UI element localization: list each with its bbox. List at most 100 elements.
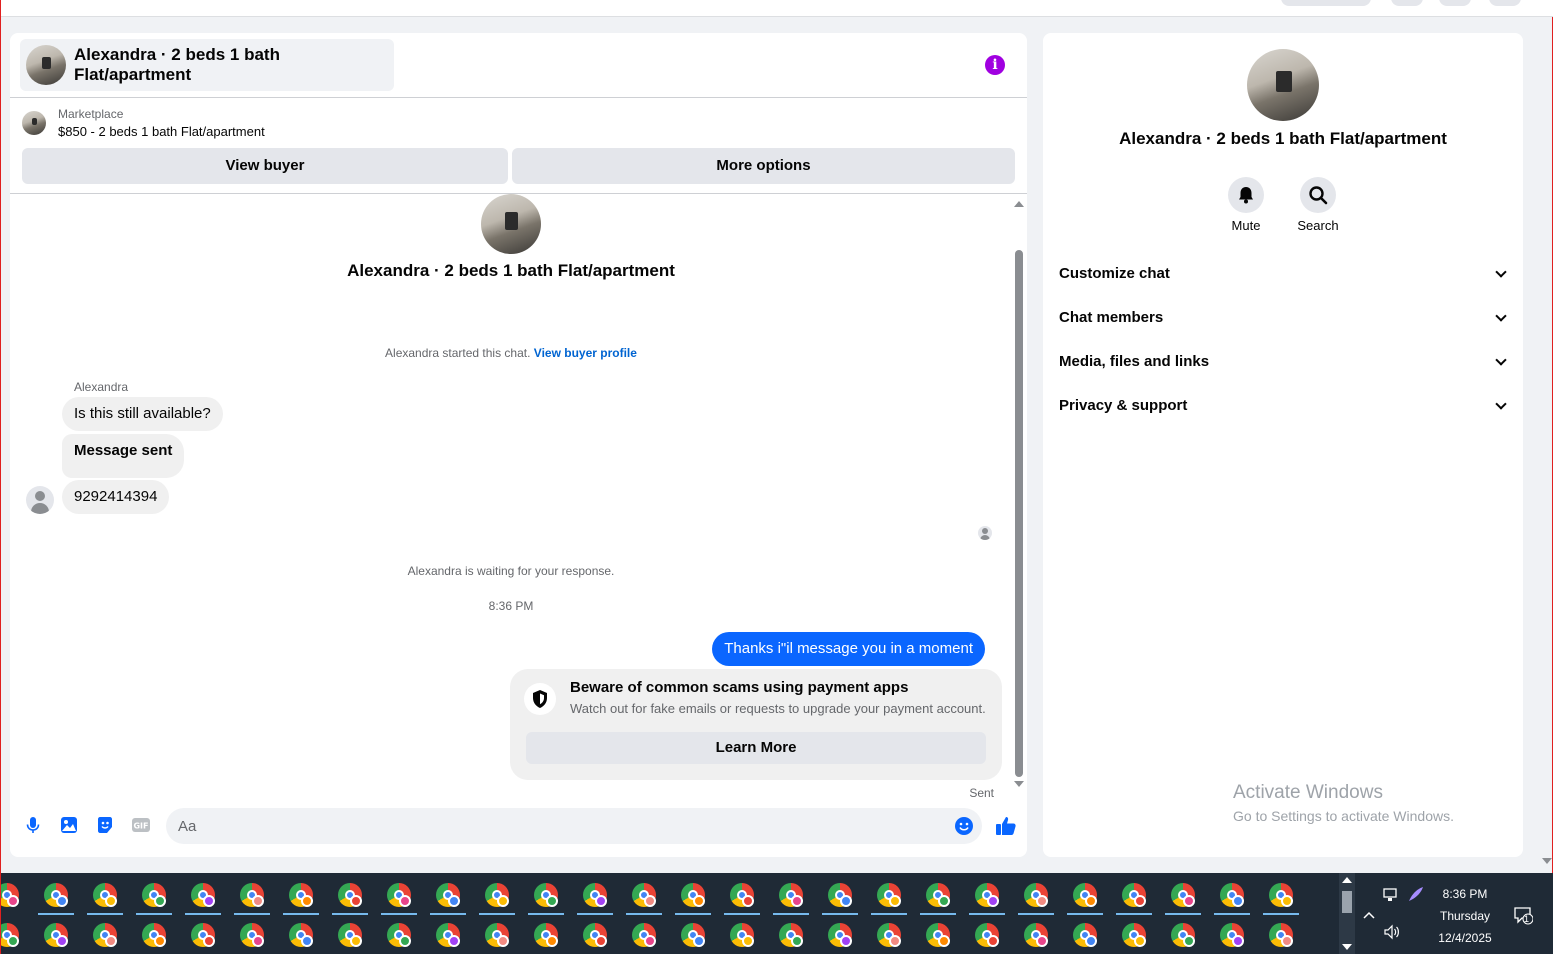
taskbar-chrome-button[interactable] [1016, 919, 1056, 954]
taskbar-chrome-button[interactable] [85, 919, 125, 954]
info-icon[interactable]: i [985, 55, 1005, 75]
taskbar-chrome-button[interactable] [1, 879, 27, 915]
learn-more-button[interactable]: Learn More [526, 732, 986, 764]
taskbar-chrome-button[interactable] [722, 879, 762, 915]
privacy-support-item[interactable]: Privacy & support [1059, 386, 1511, 426]
taskbar-chrome-button[interactable] [624, 919, 664, 954]
chat-header[interactable]: Alexandra · 2 beds 1 bath Flat/apartment [20, 39, 394, 91]
taskbar-chrome-button[interactable] [526, 879, 566, 915]
taskbar-scroll[interactable] [1339, 873, 1355, 954]
customize-chat-item[interactable]: Customize chat [1059, 254, 1511, 294]
taskbar-chrome-button[interactable] [330, 919, 370, 954]
taskbar-chrome-button[interactable] [36, 919, 76, 954]
taskbar-chrome-button[interactable] [477, 879, 517, 915]
taskbar-chrome-button[interactable] [183, 879, 223, 915]
taskbar-chrome-button[interactable] [918, 919, 958, 954]
account-avatar[interactable] [1489, 0, 1521, 6]
taskbar-chrome-button[interactable] [36, 879, 76, 915]
gif-icon[interactable]: GIF [131, 815, 151, 835]
top-toolbar-pill[interactable] [1281, 0, 1371, 6]
taskbar-chrome-button[interactable] [1261, 919, 1301, 954]
taskbar-chrome-button[interactable] [918, 879, 958, 915]
taskbar-chrome-button[interactable] [624, 879, 664, 915]
taskbar-chrome-button[interactable] [477, 919, 517, 954]
taskbar-chrome-button[interactable] [673, 879, 713, 915]
top-toolbar-button[interactable] [1391, 0, 1423, 6]
outgoing-message[interactable]: Thanks i"il message you in a moment [712, 632, 985, 666]
page-scroll-down-arrow[interactable] [1542, 858, 1552, 864]
taskbar-chrome-button[interactable] [526, 919, 566, 954]
taskbar-chrome-button[interactable] [1114, 879, 1154, 915]
taskbar-chrome-button[interactable] [771, 919, 811, 954]
scroll-up-arrow[interactable] [1014, 201, 1024, 207]
taskbar-chrome-button[interactable] [85, 879, 125, 915]
taskbar-chrome-button[interactable] [281, 919, 321, 954]
scrollbar-thumb[interactable] [1015, 250, 1023, 777]
thumbs-up-icon[interactable] [995, 815, 1016, 835]
taskbar-chrome-button[interactable] [281, 879, 321, 915]
taskbar-chrome-button[interactable] [428, 879, 468, 915]
view-buyer-profile-link[interactable]: View buyer profile [534, 346, 637, 360]
taskbar-chrome-button[interactable] [1065, 879, 1105, 915]
photo-icon[interactable] [59, 815, 79, 835]
taskbar-chrome-button[interactable] [771, 879, 811, 915]
notification-icon[interactable]: 1 [1513, 905, 1534, 928]
taskbar-chrome-button[interactable] [967, 919, 1007, 954]
taskbar-chrome-button[interactable] [722, 919, 762, 954]
taskbar-chrome-button[interactable] [1163, 919, 1203, 954]
message-input[interactable] [166, 808, 926, 844]
scroll-down-arrow[interactable] [1014, 781, 1024, 787]
taskbar-chrome-button[interactable] [134, 879, 174, 915]
chat-members-item[interactable]: Chat members [1059, 298, 1511, 338]
taskbar-chrome-button[interactable] [820, 919, 860, 954]
taskbar-chrome-button[interactable] [869, 919, 909, 954]
mute-button[interactable]: Mute [1216, 177, 1276, 233]
profile-badge-icon [742, 935, 754, 947]
top-toolbar-button[interactable] [1439, 0, 1471, 6]
incoming-message[interactable]: 9292414394 [62, 480, 170, 514]
profile-badge-icon [350, 895, 362, 907]
taskbar-chrome-button[interactable] [1114, 919, 1154, 954]
taskbar-chrome-button[interactable] [1261, 879, 1301, 915]
taskbar-chrome-button[interactable] [1163, 879, 1203, 915]
taskbar-chrome-button[interactable] [575, 879, 615, 915]
taskbar-scroll-thumb[interactable] [1342, 891, 1352, 913]
network-icon[interactable] [1383, 887, 1401, 906]
taskbar-chrome-button[interactable] [379, 879, 419, 915]
taskbar-scroll-down[interactable] [1342, 944, 1352, 950]
taskbar-chrome-button[interactable] [575, 919, 615, 954]
taskbar-scroll-up[interactable] [1342, 877, 1352, 883]
taskbar-chrome-button[interactable] [183, 919, 223, 954]
taskbar-chrome-button[interactable] [232, 919, 272, 954]
media-files-links-item[interactable]: Media, files and links [1059, 342, 1511, 382]
more-options-button[interactable]: More options [512, 148, 1015, 184]
feather-app-icon[interactable] [1407, 885, 1425, 906]
taskbar-chrome-button[interactable] [1212, 879, 1252, 915]
microphone-icon[interactable] [23, 815, 43, 835]
taskbar-chrome-button[interactable] [673, 919, 713, 954]
view-buyer-button[interactable]: View buyer [22, 148, 508, 184]
show-hidden-icons-chevron[interactable] [1362, 907, 1376, 923]
profile-badge-icon [301, 935, 313, 947]
taskbar-chrome-button[interactable] [330, 879, 370, 915]
conversation-scrollbar[interactable] [1012, 197, 1026, 789]
taskbar-chrome-button[interactable] [869, 879, 909, 915]
taskbar-chrome-button[interactable] [232, 879, 272, 915]
volume-icon[interactable] [1383, 924, 1401, 943]
incoming-message[interactable]: Message sent [62, 434, 185, 478]
taskbar-chrome-button[interactable] [428, 919, 468, 954]
emoji-icon[interactable] [954, 816, 974, 836]
taskbar-chrome-button[interactable] [1, 919, 27, 954]
search-button[interactable]: Search [1288, 177, 1348, 233]
taskbar-chrome-button[interactable] [379, 919, 419, 954]
sticker-icon[interactable] [95, 815, 115, 835]
taskbar-chrome-button[interactable] [1212, 919, 1252, 954]
taskbar-chrome-button[interactable] [1016, 879, 1056, 915]
taskbar-clock[interactable]: 8:36 PM Thursday 12/4/2025 [1425, 883, 1505, 949]
taskbar-chrome-button[interactable] [134, 919, 174, 954]
taskbar-chrome-button[interactable] [967, 879, 1007, 915]
taskbar-chrome-button[interactable] [1065, 919, 1105, 954]
marketplace-listing[interactable]: Marketplace $850 - 2 beds 1 bath Flat/ap… [22, 107, 265, 139]
taskbar-chrome-button[interactable] [820, 879, 860, 915]
incoming-message[interactable]: Is this still available? [62, 397, 223, 431]
